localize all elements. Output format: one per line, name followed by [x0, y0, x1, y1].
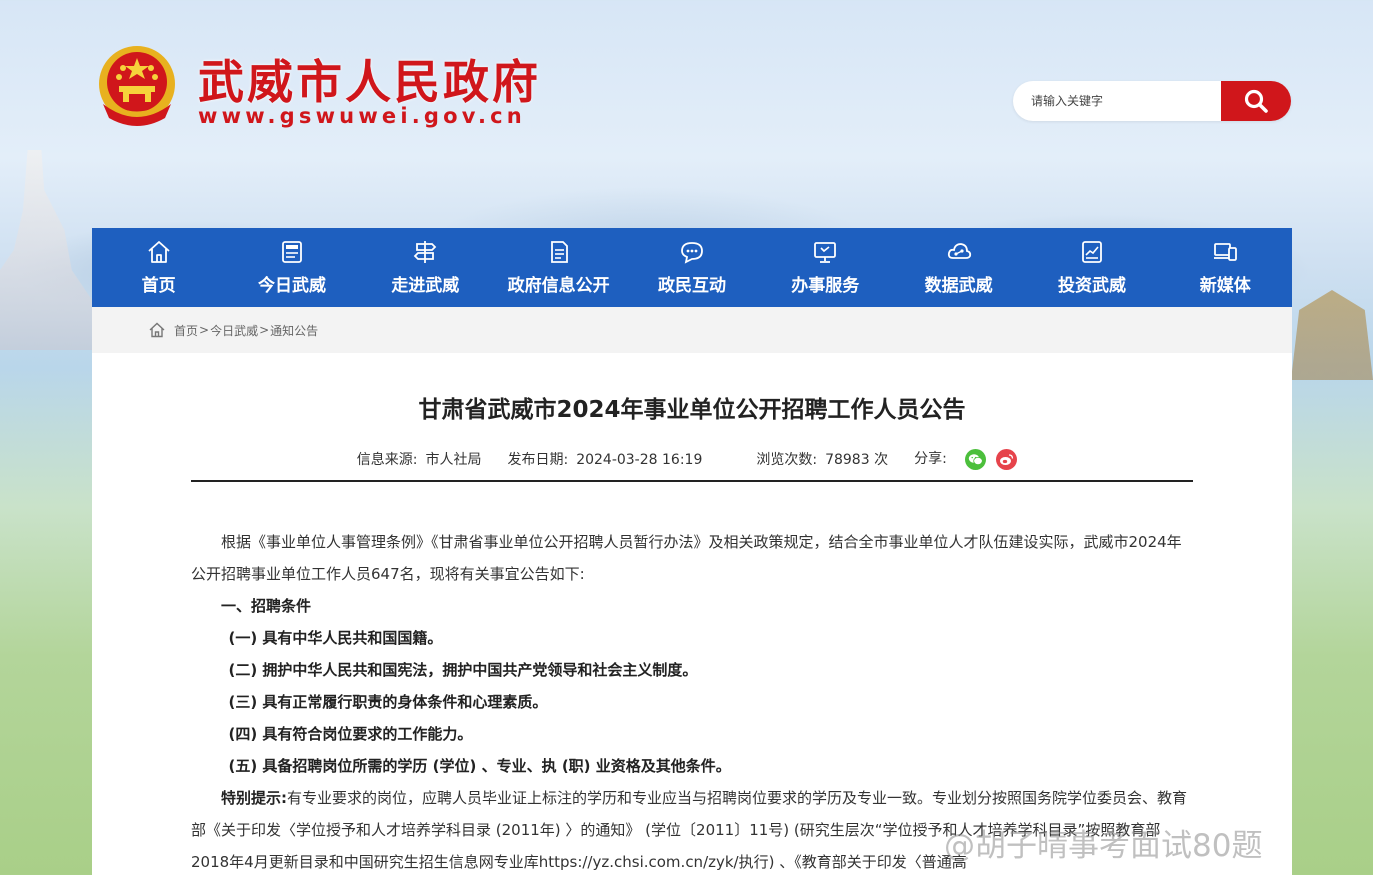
- source-value: 市人社局: [425, 451, 482, 468]
- condition-2: (二) 拥护中华人民共和国宪法，拥护中国共产党领导和社会主义制度。: [228, 660, 698, 679]
- breadcrumb-today-wuwei[interactable]: 今日武威: [210, 322, 258, 339]
- share-weibo-button[interactable]: [996, 448, 1018, 470]
- national-emblem-icon[interactable]: [95, 44, 179, 130]
- chat-icon: [681, 242, 703, 264]
- breadcrumb-separator: >: [259, 323, 270, 337]
- nav-label: 首页: [141, 276, 176, 296]
- home-icon: [149, 322, 165, 338]
- search-button[interactable]: [1221, 81, 1291, 121]
- wechat-icon: [969, 453, 983, 465]
- news-icon: [282, 241, 302, 263]
- nav-label: 政府信息公开: [507, 276, 610, 296]
- nav-item-about-wuwei[interactable]: 走进武威: [359, 228, 492, 307]
- search-icon: [1244, 89, 1268, 113]
- date-value: 2024-03-28 16:19: [576, 451, 703, 468]
- nav-item-home[interactable]: 首页: [92, 228, 225, 307]
- nav-label: 投资武威: [1057, 276, 1126, 296]
- nav-item-gov-info[interactable]: 政府信息公开: [492, 228, 625, 307]
- breadcrumb-separator: >: [199, 323, 210, 337]
- nav-label: 新媒体: [1199, 276, 1251, 296]
- search-box: [1013, 81, 1291, 121]
- date-label: 发布日期:: [507, 451, 569, 468]
- breadcrumb: 首页 > 今日武威 > 通知公告: [92, 307, 1292, 353]
- share-meta: 分享:: [914, 448, 1018, 470]
- site-header: 武威市人民政府 www.gswuwei.gov.cn: [0, 0, 1373, 228]
- nav-item-data[interactable]: 数据武威: [892, 228, 1025, 307]
- site-title[interactable]: 武威市人民政府: [198, 46, 541, 112]
- source-meta: 信息来源: 市人社局: [357, 449, 482, 469]
- condition-5: (五) 具备招聘岗位所需的学历 (学位) 、专业、执 (职) 业资格及其他条件。: [228, 756, 731, 775]
- condition-3: (三) 具有正常履行职责的身体条件和心理素质。: [228, 692, 548, 711]
- cloud-data-icon: [947, 243, 971, 259]
- views-label: 浏览次数:: [756, 451, 818, 468]
- home-icon: [148, 241, 170, 263]
- title-divider: [191, 479, 1193, 482]
- share-wechat-button[interactable]: [965, 448, 987, 470]
- views-meta: 浏览次数: 78983 次: [756, 449, 888, 469]
- views-value: 78983 次: [825, 451, 889, 468]
- signpost-icon: [414, 241, 437, 263]
- nav-label: 政民互动: [657, 276, 726, 296]
- chart-board-icon: [1082, 241, 1102, 263]
- main-nav: 首页 今日武威 走进武威 政府信息公开 政民互动 办事服务 数据武威 投资武威 …: [92, 228, 1292, 307]
- watermark-text: @胡子晴事考面试80题: [944, 828, 1263, 864]
- condition-1: (一) 具有中华人民共和国国籍。: [228, 628, 443, 647]
- share-label: 分享:: [914, 451, 947, 467]
- section-heading: 一、招聘条件: [221, 596, 312, 615]
- nav-item-interaction[interactable]: 政民互动: [625, 228, 758, 307]
- devices-icon: [1214, 243, 1238, 261]
- condition-4: (四) 具有符合岗位要求的工作能力。: [228, 724, 473, 743]
- nav-label: 走进武威: [391, 276, 460, 296]
- document-icon: [550, 241, 568, 263]
- nav-item-investment[interactable]: 投资武威: [1025, 228, 1158, 307]
- nav-label: 今日武威: [257, 276, 326, 296]
- breadcrumb-home[interactable]: 首页: [174, 322, 198, 339]
- date-meta: 发布日期: 2024-03-28 16:19: [507, 449, 702, 469]
- article-title: 甘肃省武威市2024年事业单位公开招聘工作人员公告: [418, 397, 966, 423]
- breadcrumb-notices[interactable]: 通知公告: [270, 322, 318, 339]
- search-input[interactable]: [1013, 81, 1221, 121]
- source-label: 信息来源:: [356, 451, 418, 468]
- nav-item-today-wuwei[interactable]: 今日武威: [225, 228, 358, 307]
- article-meta: 信息来源: 市人社局 发布日期: 2024-03-28 16:19 浏览次数: 789…: [92, 448, 1292, 470]
- weibo-icon: [1000, 453, 1014, 465]
- nav-item-services[interactable]: 办事服务: [759, 228, 892, 307]
- nav-label: 数据武威: [924, 276, 993, 296]
- content-panel: 首页 > 今日武威 > 通知公告 甘肃省武威市2024年事业单位公开招聘工作人员…: [92, 307, 1292, 875]
- special-tip-label: 特别提示:: [221, 788, 287, 807]
- paragraph-intro: 根据《事业单位人事管理条例》《甘肃省事业单位公开招聘人员暂行办法》及相关政策规定…: [191, 532, 1182, 583]
- nav-label: 办事服务: [791, 276, 860, 296]
- monitor-icon: [814, 242, 837, 263]
- site-url: www.gswuwei.gov.cn: [198, 104, 526, 128]
- nav-item-new-media[interactable]: 新媒体: [1159, 228, 1292, 307]
